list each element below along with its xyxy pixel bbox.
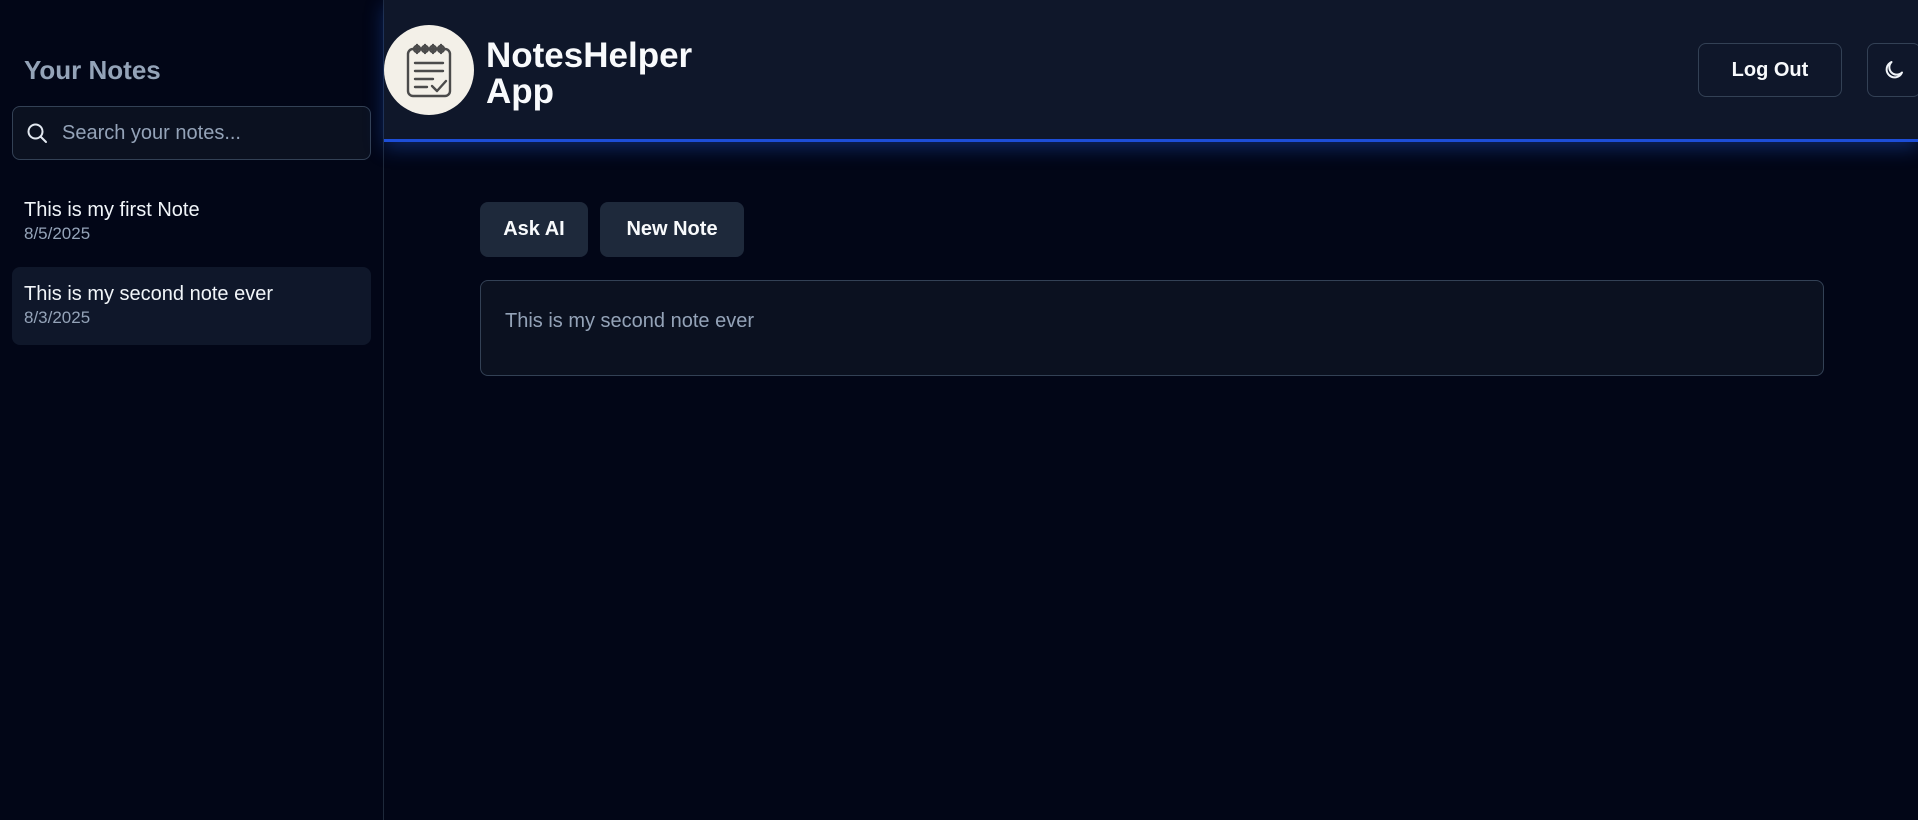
- app-root: Your Notes This is my first Note 8/5/202…: [0, 0, 1918, 820]
- note-item-title: This is my second note ever: [24, 283, 273, 305]
- note-item-title: This is my first Note: [24, 199, 200, 221]
- sidebar-title: Your Notes: [24, 55, 161, 85]
- app-title: NotesHelper App: [486, 36, 693, 111]
- note-item-date: 8/5/2025: [24, 224, 91, 243]
- ask-ai-button[interactable]: Ask AI: [480, 202, 588, 257]
- sidebar: Your Notes This is my first Note 8/5/202…: [0, 0, 384, 820]
- header: NotesHelper App Log Out: [384, 0, 1918, 142]
- notepad-check-icon: [406, 43, 452, 98]
- logout-button[interactable]: Log Out: [1698, 43, 1842, 97]
- note-list-item-second[interactable]: This is my second note ever 8/3/2025: [12, 267, 371, 345]
- note-editor[interactable]: This is my second note ever: [480, 280, 1824, 376]
- search-icon: [25, 121, 49, 145]
- note-list-item-first[interactable]: This is my first Note 8/5/2025: [12, 183, 371, 261]
- theme-toggle-button[interactable]: [1867, 43, 1918, 97]
- search-input[interactable]: [62, 121, 352, 145]
- note-list: This is my first Note 8/5/2025 This is m…: [12, 183, 371, 351]
- moon-icon: [1885, 61, 1903, 79]
- note-item-date: 8/3/2025: [24, 308, 91, 327]
- app-logo[interactable]: [384, 25, 474, 115]
- new-note-button[interactable]: New Note: [600, 202, 744, 257]
- search-box[interactable]: [12, 106, 371, 160]
